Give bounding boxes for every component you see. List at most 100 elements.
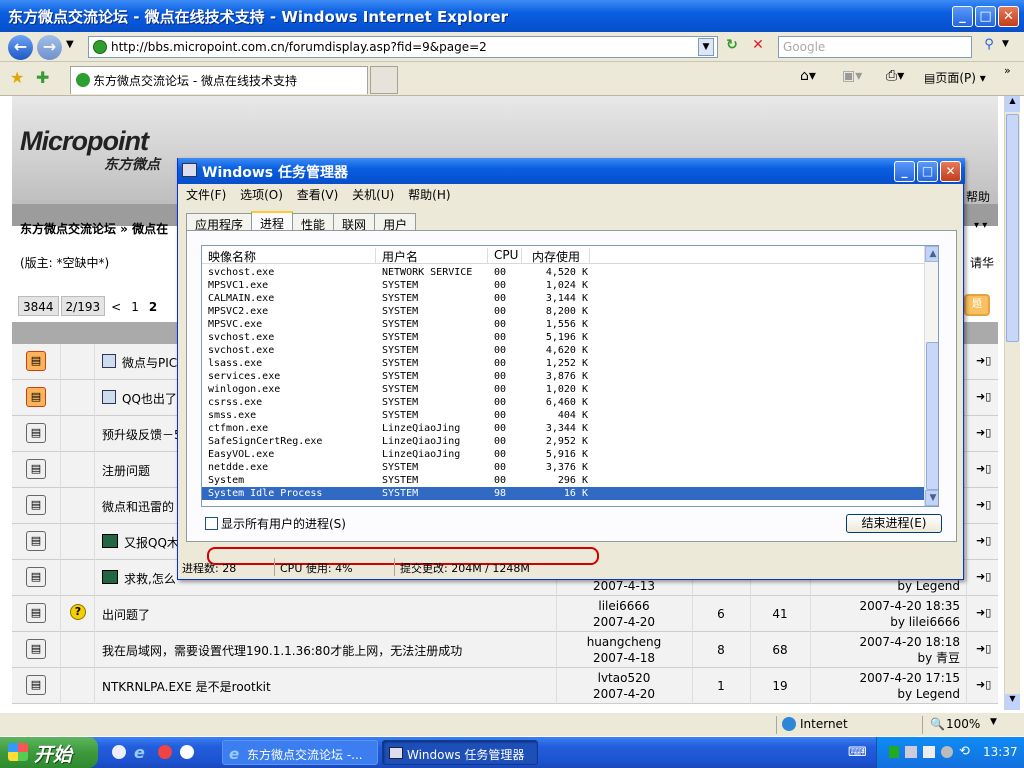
tm-minimize-button[interactable]: _ xyxy=(894,161,915,182)
history-dropdown-icon[interactable]: ▼ xyxy=(66,39,74,50)
process-row[interactable]: svchost.exe SYSTEM 00 5,196 K xyxy=(202,331,924,344)
zoom-level[interactable]: 100% xyxy=(946,717,980,731)
goto-last-post-icon[interactable]: ➜▯ xyxy=(976,390,991,403)
search-options-icon[interactable]: ▼ xyxy=(1002,39,1009,49)
process-row[interactable]: services.exe SYSTEM 00 3,876 K xyxy=(202,370,924,383)
process-row[interactable]: ctfmon.exe LinzeQiaoJing 00 3,344 K xyxy=(202,422,924,435)
page-1-link[interactable]: 1 xyxy=(127,297,143,317)
thread-author[interactable]: lilei6666 xyxy=(556,598,692,614)
address-bar[interactable]: http://bbs.micropoint.com.cn/forumdispla… xyxy=(88,36,718,58)
print-icon[interactable]: ⎙▾ xyxy=(886,68,904,84)
thread-title[interactable]: 我在局域网，需要设置代理190.1.1.36:80才能上网，无法注册成功 xyxy=(102,642,462,659)
menu-shutdown[interactable]: 关机(U) xyxy=(352,188,394,202)
back-icon[interactable]: ← xyxy=(8,35,33,60)
menu-dropdown-icon[interactable]: ▾ ▾ xyxy=(974,220,987,231)
maximize-button[interactable]: □ xyxy=(975,6,996,27)
prev-page-link[interactable]: < xyxy=(107,297,125,317)
quicklaunch-app-icon[interactable] xyxy=(158,745,172,759)
thread-title[interactable]: NTKRNLPA.EXE 是不是rootkit xyxy=(102,678,271,695)
show-all-processes-checkbox[interactable]: 显示所有用户的进程(S) xyxy=(205,515,346,532)
thread-title[interactable]: 微点与PIC xyxy=(122,354,177,371)
process-row[interactable]: svchost.exe NETWORK SERVICE 00 4,520 K xyxy=(202,266,924,279)
process-row[interactable]: EasyVOL.exe LinzeQiaoJing 00 5,916 K xyxy=(202,448,924,461)
menu-options[interactable]: 选项(O) xyxy=(240,188,283,202)
favorites-star-icon[interactable]: ★ xyxy=(10,68,24,87)
quicklaunch-ie-icon[interactable]: e xyxy=(134,743,145,762)
close-button[interactable]: ✕ xyxy=(998,6,1019,27)
tab-forum[interactable]: 东方微点交流论坛 - 微点在线技术支持 xyxy=(70,66,368,94)
thread-title[interactable]: 又报QQ木 xyxy=(124,534,179,551)
task-ie-window[interactable]: e 东方微点交流论坛 -... xyxy=(222,740,378,765)
thread-title[interactable]: 求救,怎么 xyxy=(124,570,176,587)
process-row[interactable]: csrss.exe SYSTEM 00 6,460 K xyxy=(202,396,924,409)
col-memory[interactable]: 内存使用 xyxy=(532,248,590,264)
breadcrumb[interactable]: 东方微点交流论坛 » 微点在 xyxy=(20,220,168,237)
last-post-by[interactable]: by lilei6666 xyxy=(812,614,960,630)
monitor-icon[interactable] xyxy=(923,746,935,758)
goto-last-post-icon[interactable]: ➜▯ xyxy=(976,534,991,547)
security-zone[interactable]: Internet xyxy=(800,717,848,731)
more-tools-icon[interactable]: » xyxy=(1004,64,1011,77)
scroll-down-icon[interactable]: ▼ xyxy=(925,490,938,506)
thread-title[interactable]: QQ也出了 xyxy=(122,390,177,407)
tm-close-button[interactable]: ✕ xyxy=(940,161,961,182)
last-post-by[interactable]: by 青豆 xyxy=(812,650,960,666)
network-icon[interactable] xyxy=(905,746,917,758)
goto-last-post-icon[interactable]: ➜▯ xyxy=(976,354,991,367)
feeds-icon[interactable]: ▣▾ xyxy=(842,68,862,84)
menu-file[interactable]: 文件(F) xyxy=(186,188,226,202)
new-tab-button[interactable] xyxy=(370,66,398,94)
last-post-by[interactable]: by Legend xyxy=(812,686,960,702)
process-row[interactable]: CALMAIN.exe SYSTEM 00 3,144 K xyxy=(202,292,924,305)
page-scrollbar[interactable]: ▲ ▼ xyxy=(1004,96,1020,710)
menu-view[interactable]: 查看(V) xyxy=(297,188,339,202)
tray-app-icon[interactable] xyxy=(889,746,899,758)
thread-title[interactable]: 微点和迅雷的 xyxy=(102,498,174,515)
thread-title[interactable]: 预升级反馈－5 xyxy=(102,426,182,443)
search-input[interactable]: Google xyxy=(778,36,972,58)
thread-row[interactable]: ▤ 我在局域网，需要设置代理190.1.1.36:80才能上网，无法注册成功 hua… xyxy=(12,632,998,668)
thread-author[interactable]: huangcheng xyxy=(556,634,692,650)
process-row[interactable]: MPSVC2.exe SYSTEM 00 8,200 K xyxy=(202,305,924,318)
menu-help[interactable]: 帮助(H) xyxy=(408,188,450,202)
goto-last-post-icon[interactable]: ➜▯ xyxy=(976,678,991,691)
end-process-button[interactable]: 结束进程(E) xyxy=(846,514,942,533)
thread-title[interactable]: 注册问题 xyxy=(102,462,150,479)
micropoint-logo[interactable]: Micropoint xyxy=(20,126,149,157)
goto-last-post-icon[interactable]: ➜▯ xyxy=(976,606,991,619)
checkbox-box[interactable] xyxy=(205,517,218,530)
search-icon[interactable]: ⚲ xyxy=(978,37,1000,57)
process-scroll-thumb[interactable] xyxy=(926,342,938,490)
forward-icon[interactable]: → xyxy=(37,35,62,60)
page-scroll-thumb[interactable] xyxy=(1006,114,1019,342)
thread-row[interactable]: ▤? 出问题了 lilei6666 2007-4-20 6 41 2007-4-20 18:… xyxy=(12,596,998,632)
new-thread-button[interactable]: 题 xyxy=(964,294,990,316)
process-row[interactable]: MPSVC.exe SYSTEM 00 1,556 K xyxy=(202,318,924,331)
add-favorite-icon[interactable]: ✚ xyxy=(36,68,49,87)
col-user-name[interactable]: 用户名 xyxy=(382,248,488,264)
process-row[interactable]: MPSVC1.exe SYSTEM 00 1,024 K xyxy=(202,279,924,292)
process-row[interactable]: lsass.exe SYSTEM 00 1,252 K xyxy=(202,357,924,370)
process-row[interactable]: SafeSignCertReg.exe LinzeQiaoJing 00 2,952 … xyxy=(202,435,924,448)
home-icon[interactable]: ⌂▾ xyxy=(800,68,816,84)
col-image-name[interactable]: 映像名称 xyxy=(208,248,376,264)
address-dropdown-icon[interactable]: ▼ xyxy=(698,38,714,56)
quicklaunch-media-icon[interactable] xyxy=(112,745,126,759)
clock[interactable]: 13:37 xyxy=(983,745,1018,759)
tm-maximize-button[interactable]: □ xyxy=(917,161,938,182)
keyboard-icon[interactable]: ⌨ xyxy=(848,745,867,760)
stop-icon[interactable]: ✕ xyxy=(748,37,768,57)
goto-last-post-icon[interactable]: ➜▯ xyxy=(976,642,991,655)
refresh-icon[interactable]: ↻ xyxy=(722,37,742,57)
thread-title[interactable]: 出问题了 xyxy=(102,606,150,623)
goto-last-post-icon[interactable]: ➜▯ xyxy=(976,570,991,583)
zoom-dropdown-icon[interactable]: ▼ xyxy=(990,717,997,727)
thread-author[interactable]: lvtao520 xyxy=(556,670,692,686)
process-row[interactable]: svchost.exe SYSTEM 00 4,620 K xyxy=(202,344,924,357)
help-link[interactable]: 帮助 xyxy=(966,188,990,205)
quicklaunch-app2-icon[interactable] xyxy=(180,745,194,759)
scroll-up-icon[interactable]: ▲ xyxy=(925,246,938,262)
last-post-by[interactable]: by Legend xyxy=(812,578,960,594)
volume-icon[interactable] xyxy=(941,746,953,758)
goto-last-post-icon[interactable]: ➜▯ xyxy=(976,426,991,439)
